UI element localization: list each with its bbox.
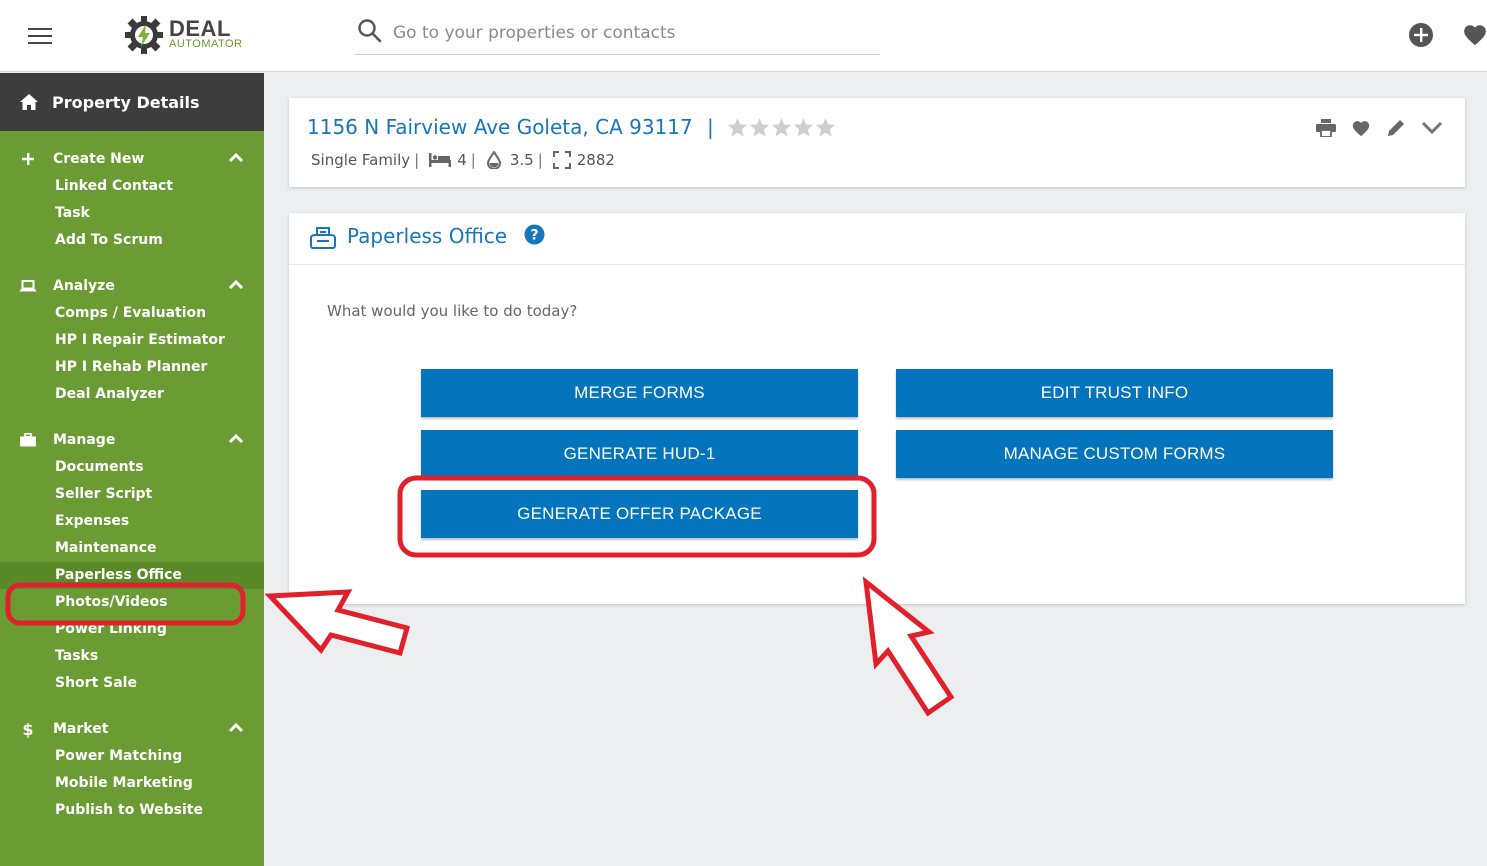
sidebar-group-label: Analyze [53, 278, 115, 294]
svg-text:?: ? [530, 228, 538, 244]
star-icon[interactable] [793, 117, 814, 137]
sidebar-group-title-create-new[interactable]: Create New [0, 145, 264, 173]
sidebar-group-label: Create New [53, 151, 145, 167]
dollar-icon: $ [22, 719, 34, 739]
sidebar-item-seller-script[interactable]: Seller Script [0, 481, 264, 508]
sidebar-group-label: Manage [53, 432, 116, 448]
sidebar-group-manage: Manage Documents Seller Script Expenses … [0, 426, 264, 697]
top-bar: DEAL AUTOMATOR [0, 0, 1487, 72]
sidebar-item-maintenance[interactable]: Maintenance [0, 535, 264, 562]
bath-drop-icon [486, 151, 501, 169]
plus-icon [20, 153, 36, 165]
expand-sqft-icon [552, 151, 571, 169]
favorite-heart-icon[interactable] [1351, 119, 1371, 137]
paperless-office-prompt: What would you like to do today? [327, 302, 578, 320]
paperless-office-card: Paperless Office ? What would you like t… [289, 213, 1465, 604]
sidebar-header[interactable]: Property Details [0, 73, 264, 131]
logo-text-automator: AUTOMATOR [169, 38, 243, 50]
sidebar: Property Details Create New Linked Conta… [0, 73, 264, 866]
sidebar-item-paperless-office[interactable]: Paperless Office [0, 562, 264, 589]
sidebar-item-documents[interactable]: Documents [0, 454, 264, 481]
meta-separator: | [470, 151, 476, 169]
chevron-up-icon[interactable] [228, 432, 244, 444]
briefcase-icon [20, 433, 36, 447]
sidebar-group-create-new: Create New Linked Contact Task Add To Sc… [0, 145, 264, 254]
paperless-office-title: Paperless Office [347, 224, 508, 248]
star-icon[interactable] [815, 117, 836, 137]
property-meta: Single Family | 4 | 3.5 | 2882 [311, 151, 615, 169]
property-beds: 4 [457, 151, 467, 169]
property-address[interactable]: 1156 N Fairview Ave Goleta, CA 93117 [307, 115, 693, 139]
sidebar-item-deal-analyzer[interactable]: Deal Analyzer [0, 381, 264, 408]
sidebar-item-mobile-marketing[interactable]: Mobile Marketing [0, 770, 264, 797]
favorites-heart-icon[interactable] [1462, 22, 1487, 48]
chevron-down-icon[interactable] [1421, 121, 1443, 135]
property-summary-card: 1156 N Fairview Ave Goleta, CA 93117 | S… [289, 98, 1465, 187]
sidebar-item-short-sale[interactable]: Short Sale [0, 670, 264, 697]
search-icon[interactable] [357, 18, 383, 44]
add-circle-icon[interactable] [1408, 22, 1434, 48]
bed-icon [429, 153, 452, 167]
home-icon [20, 94, 38, 110]
global-search [355, 16, 880, 55]
star-icon[interactable] [727, 117, 748, 137]
sidebar-group-title-market[interactable]: $ Market [0, 715, 264, 743]
sidebar-item-expenses[interactable]: Expenses [0, 508, 264, 535]
star-icon[interactable] [749, 117, 770, 137]
paperless-office-header: Paperless Office ? [289, 213, 1465, 265]
sidebar-group-title-manage[interactable]: Manage [0, 426, 264, 454]
chevron-up-icon[interactable] [228, 278, 244, 290]
edit-trust-info-button[interactable]: EDIT TRUST INFO [896, 369, 1333, 417]
chevron-up-icon[interactable] [228, 151, 244, 163]
property-type: Single Family [311, 151, 411, 169]
generate-offer-package-button[interactable]: GENERATE OFFER PACKAGE [421, 490, 858, 538]
chevron-up-icon[interactable] [228, 721, 244, 733]
address-separator: | [707, 115, 714, 139]
sidebar-item-power-linking[interactable]: Power Linking [0, 616, 264, 643]
sidebar-item-tasks[interactable]: Tasks [0, 643, 264, 670]
edit-pencil-icon[interactable] [1386, 118, 1406, 138]
generate-hud1-button[interactable]: GENERATE HUD-1 [421, 430, 858, 478]
sidebar-group-label: Market [53, 721, 109, 737]
sidebar-item-comps-evaluation[interactable]: Comps / Evaluation [0, 300, 264, 327]
hamburger-menu-icon[interactable] [28, 28, 52, 46]
sidebar-item-repair-estimator[interactable]: HP I Repair Estimator [0, 327, 264, 354]
sidebar-item-photos-videos[interactable]: Photos/Videos [0, 589, 264, 616]
laptop-icon [20, 280, 36, 292]
sidebar-group-analyze: Analyze Comps / Evaluation HP I Repair E… [0, 272, 264, 408]
paperless-office-icon [310, 227, 336, 249]
sidebar-item-task[interactable]: Task [0, 200, 264, 227]
help-question-icon[interactable]: ? [524, 224, 545, 245]
meta-separator: | [537, 151, 543, 169]
sidebar-item-power-matching[interactable]: Power Matching [0, 743, 264, 770]
sidebar-item-add-to-scrum[interactable]: Add To Scrum [0, 227, 264, 254]
sidebar-item-publish-to-website[interactable]: Publish to Website [0, 797, 264, 824]
app-logo[interactable]: DEAL AUTOMATOR [123, 14, 263, 56]
print-icon[interactable] [1316, 119, 1336, 137]
logo-gear-icon [125, 16, 163, 54]
sidebar-group-title-analyze[interactable]: Analyze [0, 272, 264, 300]
sidebar-group-market: $ Market Power Matching Mobile Marketing… [0, 715, 264, 824]
property-actions [1316, 118, 1443, 138]
meta-separator: | [414, 151, 420, 169]
sidebar-header-title: Property Details [52, 92, 200, 112]
search-input[interactable] [391, 18, 875, 48]
property-baths: 3.5 [509, 151, 534, 169]
property-sqft: 2882 [576, 151, 615, 169]
star-icon[interactable] [771, 117, 792, 137]
rating-stars[interactable] [727, 117, 836, 137]
sidebar-item-rehab-planner[interactable]: HP I Rehab Planner [0, 354, 264, 381]
merge-forms-button[interactable]: MERGE FORMS [421, 369, 858, 417]
sidebar-item-linked-contact[interactable]: Linked Contact [0, 173, 264, 200]
manage-custom-forms-button[interactable]: MANAGE CUSTOM FORMS [896, 430, 1333, 478]
